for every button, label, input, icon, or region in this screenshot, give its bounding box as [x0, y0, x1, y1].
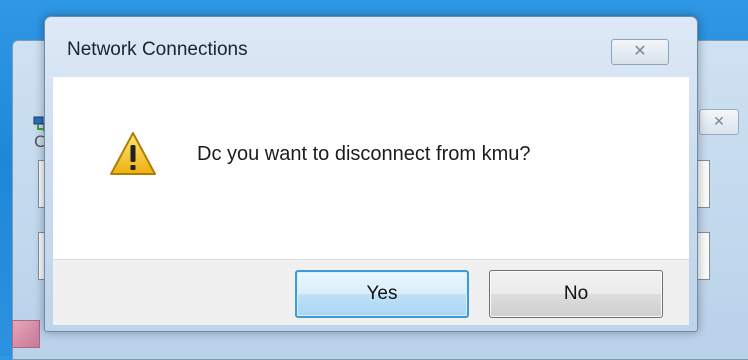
title-bar[interactable]: Network Connections ✕: [45, 17, 697, 77]
background-field-right: [696, 160, 710, 208]
confirm-dialog: Network Connections ✕ Dc you want to dis…: [44, 16, 698, 332]
no-button[interactable]: No: [489, 270, 663, 318]
close-button[interactable]: ✕: [611, 39, 669, 65]
no-button-label: No: [563, 283, 589, 304]
warning-icon: [110, 132, 156, 175]
background-field-right: [696, 232, 710, 280]
yes-button[interactable]: Yes: [295, 270, 469, 318]
background-close-button[interactable]: ✕: [699, 109, 739, 135]
close-icon: ✕: [713, 114, 725, 130]
taskbar-thumbnail[interactable]: [12, 320, 40, 348]
dialog-message: Dc you want to disconnect from kmu?: [197, 143, 531, 165]
yes-button-label: Yes: [366, 283, 398, 304]
dialog-content: Dc you want to disconnect from kmu?: [53, 77, 689, 259]
dialog-title: Network Connections: [67, 39, 248, 60]
dialog-footer: Yes No: [53, 259, 689, 325]
close-icon: ✕: [633, 43, 647, 60]
